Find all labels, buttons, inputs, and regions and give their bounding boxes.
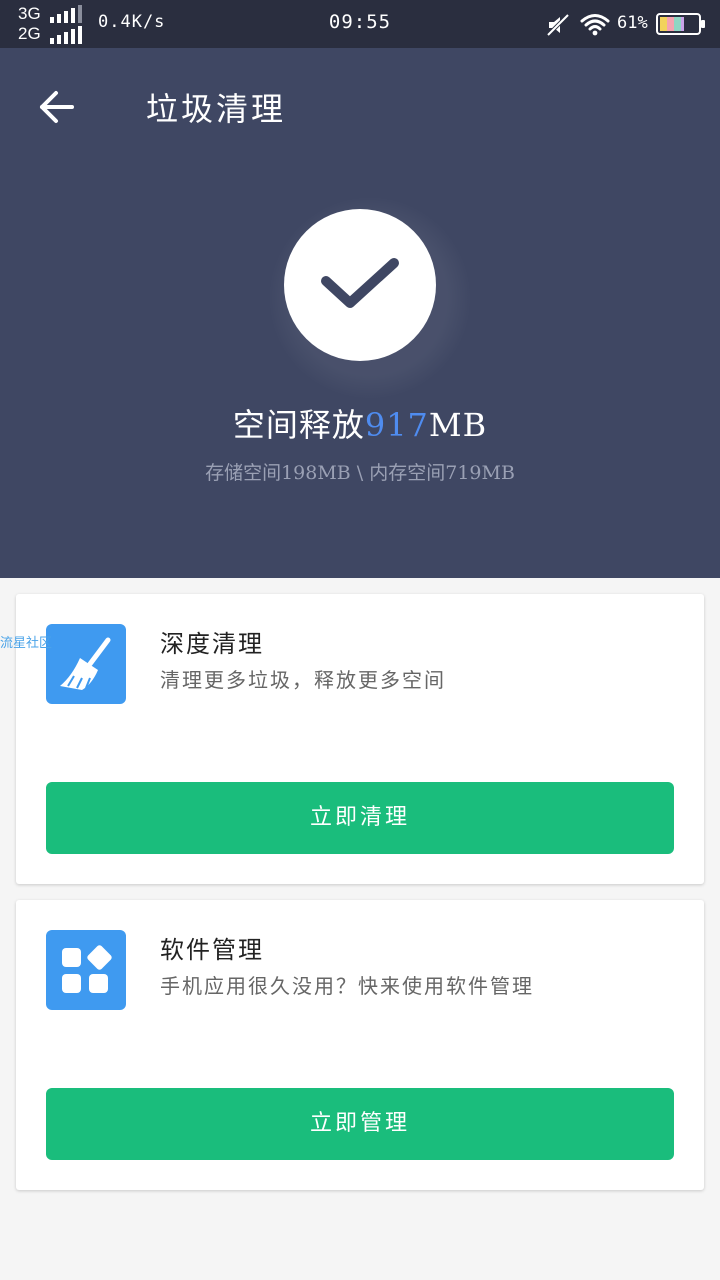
cleanup-result-panel: 垃圾清理 空间释放917MB 存储空间198MB \ 内存空间719MB (0, 48, 720, 578)
screen: 3G 2G 0.4K/s 09:55 61% 垃圾清理 空间释放917MB 存储… (0, 0, 720, 1280)
clock: 09:55 (328, 11, 392, 33)
checkmark-icon (321, 258, 399, 308)
wifi-icon (580, 14, 610, 36)
apps-grid-icon (46, 930, 126, 1010)
battery-percentage: 61% (617, 13, 648, 33)
software-management-description: 手机应用很久没用？快来使用软件管理 (160, 974, 534, 998)
back-arrow-icon (40, 91, 74, 123)
status-bar: 3G 2G 0.4K/s 09:55 61% (0, 0, 720, 48)
deep-clean-description: 清理更多垃圾，释放更多空间 (160, 668, 446, 692)
software-management-title: 软件管理 (160, 936, 264, 964)
watermark: 流星社区 (0, 636, 53, 651)
back-button[interactable] (30, 82, 80, 132)
deep-clean-card: 深度清理 清理更多垃圾，释放更多空间 立即清理 (16, 594, 704, 884)
space-freed-label: 空间释放 (232, 406, 365, 444)
battery-icon (656, 13, 705, 35)
broom-icon (46, 624, 126, 704)
success-badge (284, 209, 436, 361)
page-title: 垃圾清理 (146, 90, 287, 128)
manage-now-button[interactable]: 立即管理 (46, 1088, 674, 1160)
space-freed-unit: MB (428, 406, 488, 444)
clean-now-button[interactable]: 立即清理 (46, 782, 674, 854)
space-breakdown: 存储空间198MB \ 内存空间719MB (205, 462, 515, 484)
space-freed-text: 空间释放917MB (0, 400, 720, 446)
space-freed-amount: 917 (364, 406, 429, 444)
mute-icon (546, 13, 570, 37)
software-management-card: 软件管理 手机应用很久没用？快来使用软件管理 立即管理 (16, 900, 704, 1190)
deep-clean-title: 深度清理 (160, 630, 264, 658)
